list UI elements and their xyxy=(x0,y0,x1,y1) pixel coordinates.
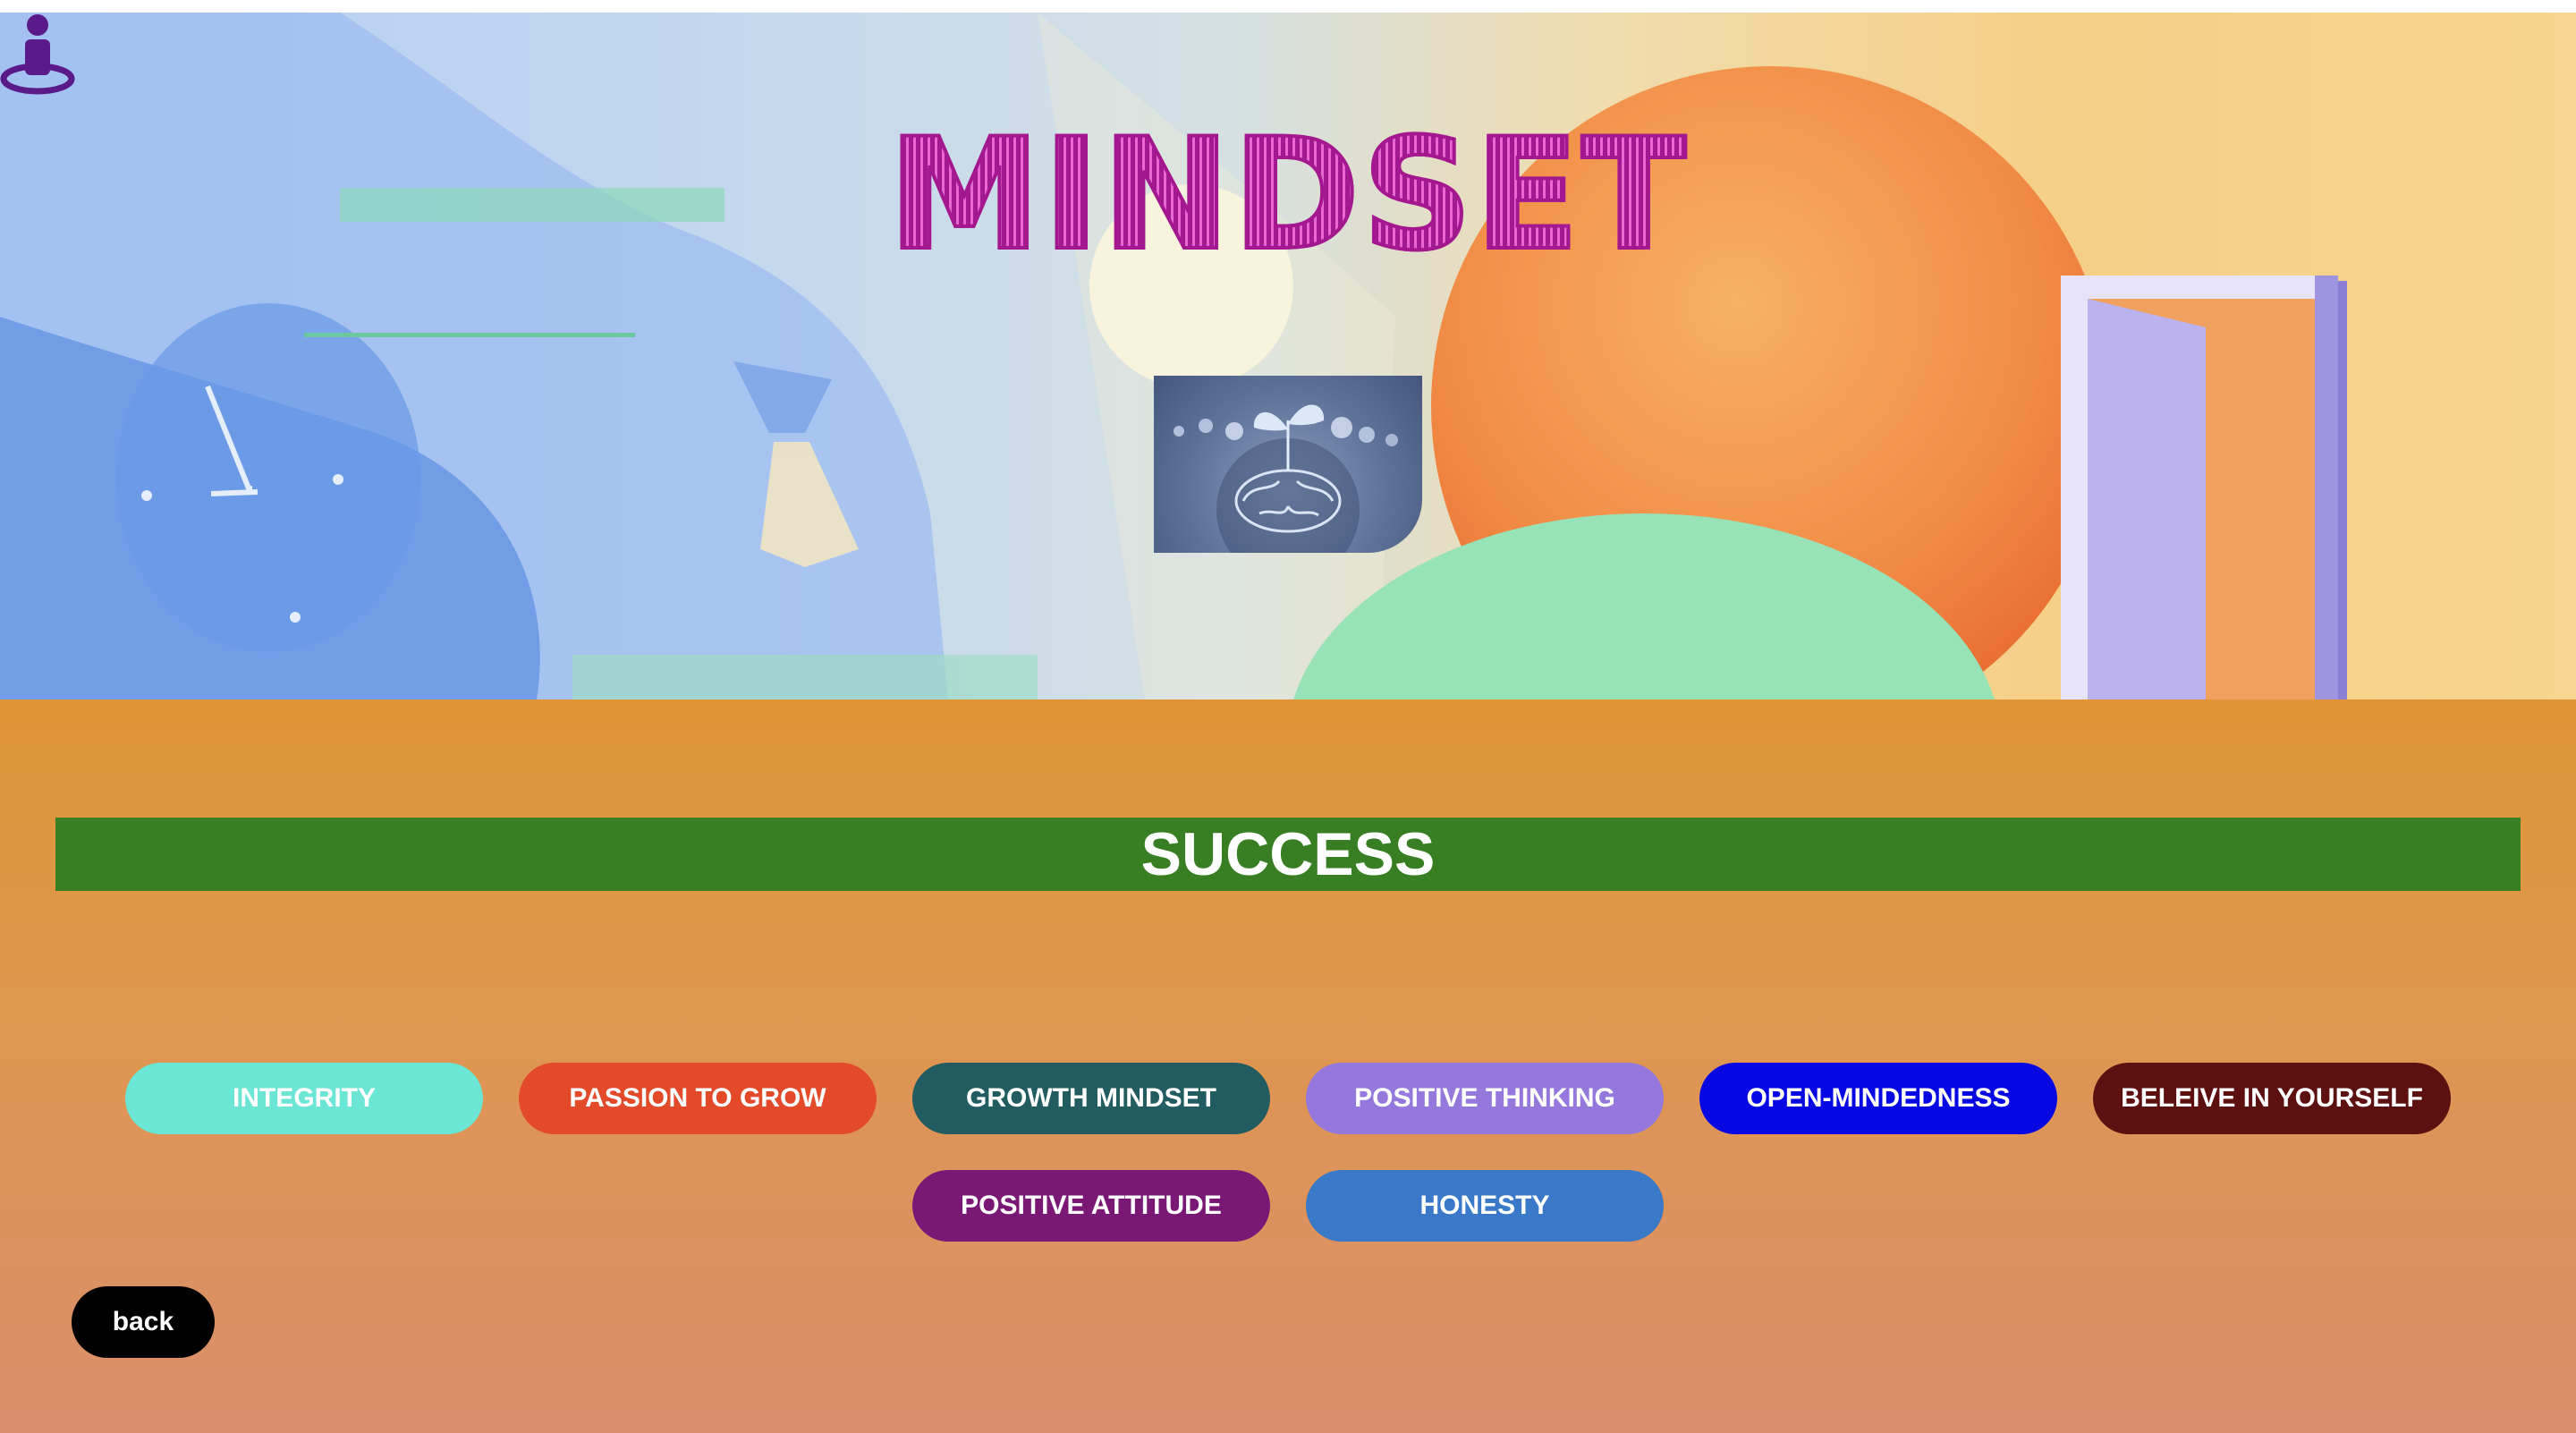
value-button-growth-mindset[interactable]: GROWTH MINDSET xyxy=(912,1063,1270,1134)
top-strip xyxy=(0,0,2576,13)
value-button-honesty[interactable]: HONESTY xyxy=(1306,1170,1664,1242)
value-button-open-mindedness[interactable]: OPEN-MINDEDNESS xyxy=(1699,1063,2057,1134)
value-button-believe-in-yourself[interactable]: BELEIVE IN YOURSELF xyxy=(2093,1063,2451,1134)
value-button-integrity[interactable]: INTEGRITY xyxy=(125,1063,483,1134)
value-button-passion-to-grow[interactable]: PASSION TO GROW xyxy=(519,1063,877,1134)
brain-illustration-icon xyxy=(1174,404,1398,553)
person-pin-icon xyxy=(0,14,75,95)
value-button-positive-thinking[interactable]: POSITIVE THINKING xyxy=(1306,1063,1664,1134)
page-title: MINDSET xyxy=(0,116,2576,274)
hero-banner: MINDSET xyxy=(0,13,2576,700)
value-button-positive-attitude[interactable]: POSITIVE ATTITUDE xyxy=(912,1170,1270,1242)
main-section: SUCCESS INTEGRITY PASSION TO GROW GROWTH… xyxy=(0,700,2576,1433)
success-banner: SUCCESS xyxy=(55,818,2521,891)
back-button[interactable]: back xyxy=(72,1286,215,1358)
brain-sprout-image xyxy=(1154,376,1422,553)
